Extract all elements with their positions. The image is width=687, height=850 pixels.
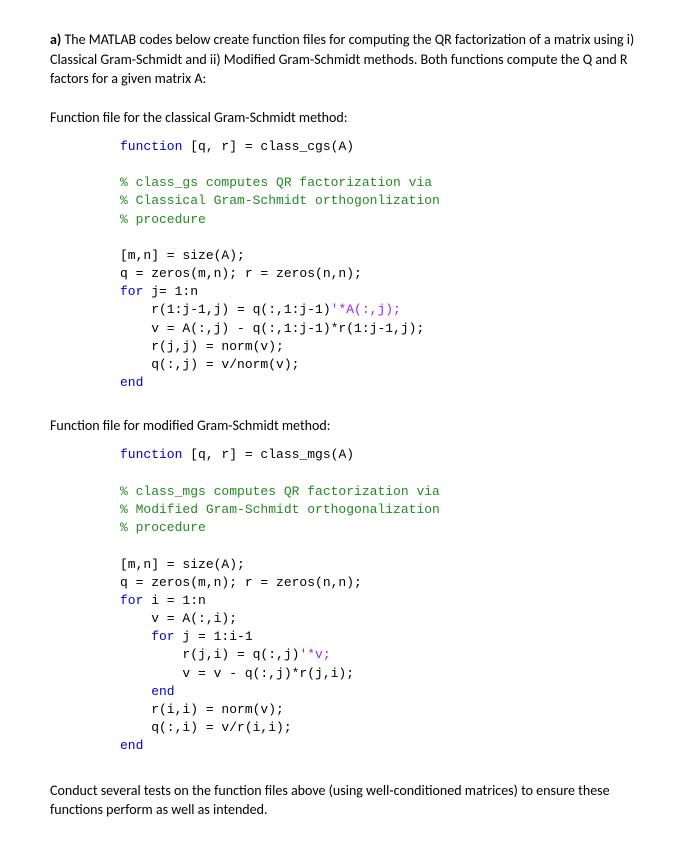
comment-line: % procedure bbox=[120, 520, 206, 535]
kw-function: function bbox=[120, 139, 182, 154]
code-line: q = zeros(m,n); r = zeros(n,n); bbox=[120, 266, 362, 281]
comment-line: % Modified Gram-Schmidt orthogonalizatio… bbox=[120, 502, 440, 517]
code-line: [q, r] = class_mgs(A) bbox=[182, 447, 354, 462]
code-line: r(j,j) = norm(v); bbox=[120, 339, 284, 354]
code-block-cgs: function [q, r] = class_cgs(A) % class_g… bbox=[120, 138, 637, 393]
kw-for: for bbox=[120, 629, 175, 644]
code-line: v = A(:,j) - q(:,1:j-1)*r(1:j-1,j); bbox=[120, 321, 424, 336]
kw-for: for bbox=[120, 284, 143, 299]
kw-for: for bbox=[120, 593, 143, 608]
question-letter: a) bbox=[50, 31, 61, 48]
code-string: '*v; bbox=[299, 647, 330, 662]
kw-end: end bbox=[120, 684, 175, 699]
code-line: v = A(:,i); bbox=[120, 611, 237, 626]
comment-line: % procedure bbox=[120, 212, 206, 227]
comment-line: % Classical Gram-Schmidt orthogonlizatio… bbox=[120, 193, 440, 208]
kw-function: function bbox=[120, 447, 182, 462]
code-line: r(1:j-1,j) = q(:,1:j-1) bbox=[120, 302, 331, 317]
code-line: r(i,i) = norm(v); bbox=[120, 702, 284, 717]
section2-heading: Function file for modified Gram-Schmidt … bbox=[50, 417, 637, 434]
code-block-mgs: function [q, r] = class_mgs(A) % class_m… bbox=[120, 446, 637, 755]
code-line: [m,n] = size(A); bbox=[120, 557, 245, 572]
kw-end: end bbox=[120, 375, 143, 390]
code-line: [q, r] = class_cgs(A) bbox=[182, 139, 354, 154]
question-text: The MATLAB codes below create function f… bbox=[50, 31, 634, 87]
code-line: j= 1:n bbox=[143, 284, 198, 299]
code-line: q(:,i) = v/r(i,i); bbox=[120, 720, 292, 735]
comment-line: % class_gs computes QR factorization via bbox=[120, 175, 432, 190]
section1-heading: Function file for the classical Gram-Sch… bbox=[50, 109, 637, 126]
code-line: v = v - q(:,j)*r(j,i); bbox=[120, 666, 354, 681]
comment-line: % class_mgs computes QR factorization vi… bbox=[120, 484, 440, 499]
question-intro: a) The MATLAB codes below create functio… bbox=[50, 30, 637, 89]
code-line: q = zeros(m,n); r = zeros(n,n); bbox=[120, 575, 362, 590]
code-line: j = 1:i-1 bbox=[175, 629, 253, 644]
code-line: i = 1:n bbox=[143, 593, 205, 608]
code-string: '*A(:,j); bbox=[331, 302, 401, 317]
kw-end: end bbox=[120, 738, 143, 753]
conclusion-text: Conduct several tests on the function fi… bbox=[50, 781, 637, 820]
code-line: [m,n] = size(A); bbox=[120, 248, 245, 263]
code-line: q(:,j) = v/norm(v); bbox=[120, 357, 299, 372]
code-line: r(j,i) = q(:,j) bbox=[120, 647, 299, 662]
